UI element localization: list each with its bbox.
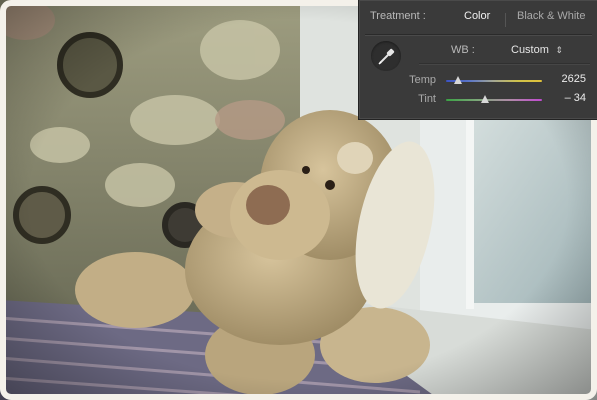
white-balance-selector-button[interactable] <box>371 41 401 71</box>
temp-value[interactable]: 2625 <box>546 73 586 85</box>
eyedropper-icon <box>378 48 395 65</box>
wb-preset-value: Custom <box>511 44 549 56</box>
wb-label: WB : <box>451 44 475 56</box>
temp-slider-row: Temp 2625 <box>359 73 597 89</box>
temp-slider-thumb[interactable] <box>453 76 462 84</box>
treatment-row: Treatment : Color Black & White <box>359 10 597 30</box>
tint-slider-row: Tint – 34 <box>359 92 597 108</box>
treatment-color-option[interactable]: Color <box>464 10 490 22</box>
updown-chevron-icon: ⇕ <box>555 45 563 55</box>
treatment-label: Treatment : <box>370 10 426 22</box>
tint-label: Tint <box>418 93 436 105</box>
wb-divider <box>419 63 590 64</box>
treatment-separator <box>505 13 506 27</box>
treatment-bw-option[interactable]: Black & White <box>517 10 585 22</box>
panel-divider <box>365 34 592 35</box>
wb-preset-dropdown[interactable]: Custom ⇕ <box>511 41 563 59</box>
temp-slider-track[interactable] <box>446 76 542 84</box>
tint-slider-track[interactable] <box>446 95 542 103</box>
tint-slider-thumb[interactable] <box>481 95 490 103</box>
tint-value[interactable]: – 34 <box>546 92 586 104</box>
basic-adjustments-panel: Treatment : Color Black & White WB : Cus… <box>358 0 597 120</box>
temp-label: Temp <box>409 74 436 86</box>
